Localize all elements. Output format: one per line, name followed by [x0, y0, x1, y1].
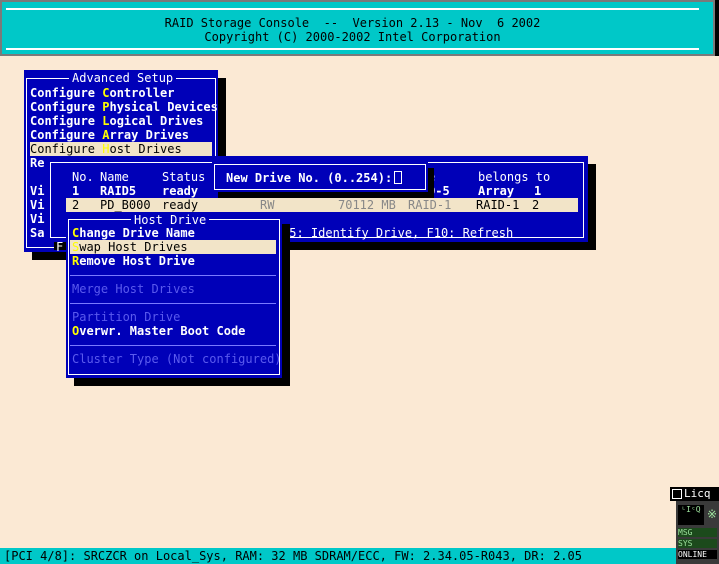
cell-size: 70112 MB — [338, 198, 396, 212]
licq-title-text: Licq — [684, 487, 711, 500]
console-header: RAID Storage Console -- Version 2.13 - N… — [0, 0, 715, 56]
header-copyright: Copyright (C) 2000-2002 Intel Corporatio… — [204, 30, 501, 44]
cell-type: D-5 — [428, 184, 450, 198]
col-header-status: Status — [162, 170, 206, 184]
cell-belongs-no: 1 — [534, 184, 542, 198]
menu-item-swap-host-drives[interactable]: Swap Host Drives — [70, 240, 276, 254]
menu-separator — [70, 345, 276, 346]
status-bar: [PCI 4/8]: SRCZCR on Local_Sys, RAM: 32 … — [0, 548, 677, 564]
menu-item-remove-host-drive[interactable]: Remove Host Drive — [72, 254, 282, 268]
menu-item-configure-physical-devices[interactable]: Configure Physical Devices — [30, 100, 218, 114]
menu-item-change-drive-name[interactable]: Change Drive Name — [72, 226, 282, 240]
menu-item-text: Configure — [30, 100, 103, 114]
menu-item-configure-host-drives[interactable]: Configure Host Drives — [30, 142, 212, 156]
menu-item-configure-controller[interactable]: Configure Controller — [30, 86, 218, 100]
window-icon — [672, 489, 682, 499]
licq-window-title[interactable]: Licq — [670, 487, 719, 501]
menu-item-text: verwr. Master Boot Code — [79, 324, 246, 338]
licq-online-status[interactable]: ONLINE — [678, 550, 717, 559]
menu-item-text: wap Host Drives — [79, 240, 188, 254]
cell-no: 1 — [72, 184, 80, 198]
col-header-no: No. — [72, 170, 94, 184]
key-hint: F5: Identify Drive, F10: Refresh — [282, 226, 514, 240]
host-drive-menu: Host Drive Change Drive Name Swap Host D… — [66, 213, 282, 378]
menu-item-text: ost Drives — [109, 142, 182, 156]
licq-sys-button[interactable]: SYS — [678, 539, 717, 548]
menu-item-overwrite-mbr[interactable]: Overwr. Master Boot Code — [72, 324, 282, 338]
menu-item-text: ontroller — [109, 86, 175, 100]
header-title: RAID Storage Console -- Version 2.13 - N… — [164, 16, 541, 30]
cell-name: RAID5 — [100, 184, 137, 198]
menu-item-text: Configure — [30, 142, 103, 156]
cell-status: ready — [162, 198, 199, 212]
menu-separator — [70, 303, 276, 304]
menu-item-merge-host-drives: Merge Host Drives — [72, 282, 195, 296]
menu-item-configure-array-drives[interactable]: Configure Array Drives — [30, 128, 218, 142]
cell-attr: RW — [260, 198, 275, 212]
menu-item-text: hysical Devices — [109, 100, 218, 114]
new-drive-label: New Drive No. (0..254): — [226, 171, 393, 185]
col-header-name: Name — [100, 170, 129, 184]
cell-status: ready — [162, 184, 199, 198]
licq-status-icon[interactable]: ※ — [707, 507, 717, 523]
hint-prefix: F — [56, 240, 64, 254]
header-edge — [715, 0, 719, 56]
advanced-setup-title: Advanced Setup — [69, 71, 177, 85]
col-header-belongs-to: belongs to — [478, 170, 551, 184]
licq-panel: ᴸIᶜQ ※ MSG SYS ONLINE — [676, 501, 719, 564]
table-row-selected[interactable]: 2 PD_B000 ready RW 70112 MB RAID-1 RAID-… — [66, 198, 578, 212]
menu-item-cluster-type: Cluster Type (Not configured) — [72, 352, 282, 366]
licq-msg-button[interactable]: MSG — [678, 528, 717, 537]
col-header-type: e — [428, 170, 436, 184]
cell-belongs-type: RAID-1 — [476, 198, 520, 212]
menu-item-text: rray Drives — [109, 128, 189, 142]
cell-name: PD_B000 — [100, 198, 151, 212]
new-drive-input[interactable] — [394, 171, 402, 184]
menu-item-text: Configure — [30, 114, 103, 128]
licq-logo-icon: ᴸIᶜQ — [678, 505, 704, 525]
menu-item-partition-drive: Partition Drive — [72, 310, 181, 324]
cell-type: RAID-1 — [408, 198, 452, 212]
header-frame: RAID Storage Console -- Version 2.13 - N… — [6, 8, 699, 50]
cell-belongs-no: 2 — [532, 198, 540, 212]
menu-item-text: Configure — [30, 86, 103, 100]
menu-separator — [70, 275, 276, 276]
host-drive-menu-title: Host Drive — [131, 213, 210, 227]
menu-item-text: ogical Drives — [109, 114, 204, 128]
menu-item-configure-logical-drives[interactable]: Configure Logical Drives — [30, 114, 218, 128]
menu-item-text: emove Host Drive — [79, 254, 195, 268]
cell-belongs-type: Array — [478, 184, 515, 198]
new-drive-dialog: New Drive No. (0..254): — [212, 162, 428, 192]
menu-item-text: hange Drive Name — [79, 226, 195, 240]
cell-no: 2 — [72, 198, 80, 212]
menu-item-text: Configure — [30, 128, 103, 142]
